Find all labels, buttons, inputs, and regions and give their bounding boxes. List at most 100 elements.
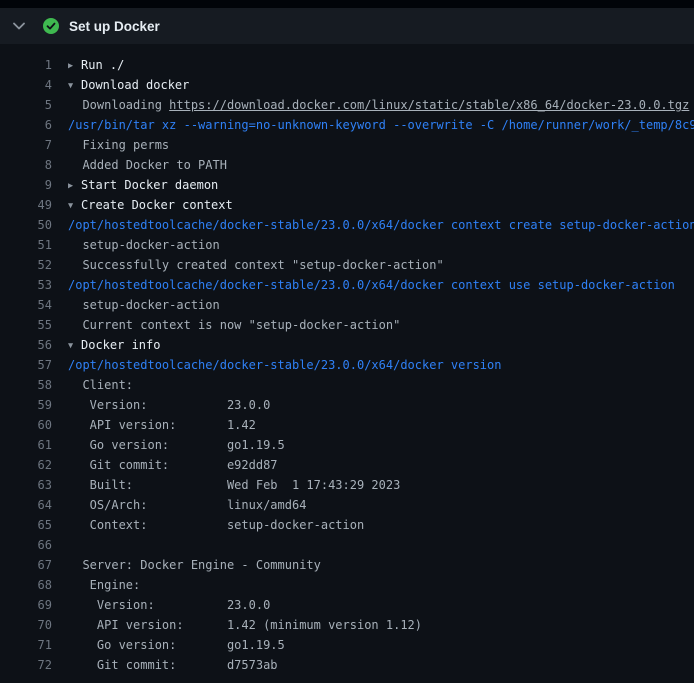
log-text: Context: setup-docker-action <box>52 515 364 535</box>
triangle-expanded-icon: ▼ <box>68 336 81 355</box>
line-number[interactable]: 60 <box>0 415 52 435</box>
log-line: 62 Git commit: e92dd87 <box>0 455 694 475</box>
log-line: 4▼Download docker <box>0 75 694 95</box>
triangle-expanded-icon: ▼ <box>68 76 81 95</box>
log-line: 64 OS/Arch: linux/amd64 <box>0 495 694 515</box>
log-text: setup-docker-action <box>52 295 220 315</box>
chevron-down-icon[interactable] <box>12 19 26 33</box>
line-number[interactable]: 6 <box>0 115 52 135</box>
line-number[interactable]: 67 <box>0 555 52 575</box>
triangle-collapsed-icon: ▶ <box>68 176 81 195</box>
line-number[interactable]: 72 <box>0 655 52 675</box>
line-number[interactable]: 52 <box>0 255 52 275</box>
log-line: 66 <box>0 535 694 555</box>
log-text: Successfully created context "setup-dock… <box>52 255 444 275</box>
log-line: 53/opt/hostedtoolcache/docker-stable/23.… <box>0 275 694 295</box>
log-text: /opt/hostedtoolcache/docker-stable/23.0.… <box>52 275 675 295</box>
log-line: 68 Engine: <box>0 575 694 595</box>
log-text: Engine: <box>52 575 140 595</box>
log-line: 69 Version: 23.0.0 <box>0 595 694 615</box>
log-line: 1▶Run ./ <box>0 55 694 75</box>
line-number[interactable]: 70 <box>0 615 52 635</box>
log-group-header[interactable]: ▼Create Docker context <box>52 195 233 215</box>
line-number[interactable]: 1 <box>0 55 52 75</box>
log-line: 6/usr/bin/tar xz --warning=no-unknown-ke… <box>0 115 694 135</box>
log-text: API version: 1.42 <box>52 415 256 435</box>
line-number[interactable]: 66 <box>0 535 52 555</box>
log-text: Go version: go1.19.5 <box>52 635 285 655</box>
log-text <box>52 535 68 555</box>
line-number[interactable]: 62 <box>0 455 52 475</box>
actions-log-page: Set up Docker 1▶Run ./4▼Download docker5… <box>0 0 694 675</box>
step-title: Set up Docker <box>69 19 160 34</box>
log-group-header[interactable]: ▼Docker info <box>52 335 160 355</box>
log-line: 59 Version: 23.0.0 <box>0 395 694 415</box>
line-number[interactable]: 50 <box>0 215 52 235</box>
log-text: Added Docker to PATH <box>52 155 227 175</box>
log-text: Server: Docker Engine - Community <box>52 555 321 575</box>
log-text: Version: 23.0.0 <box>52 595 270 615</box>
line-number[interactable]: 4 <box>0 75 52 95</box>
log-line: 5 Downloading https://download.docker.co… <box>0 95 694 115</box>
log-line: 63 Built: Wed Feb 1 17:43:29 2023 <box>0 475 694 495</box>
log-text: Go version: go1.19.5 <box>52 435 285 455</box>
log-text: setup-docker-action <box>52 235 220 255</box>
log-line: 50/opt/hostedtoolcache/docker-stable/23.… <box>0 215 694 235</box>
line-number[interactable]: 58 <box>0 375 52 395</box>
line-number[interactable]: 8 <box>0 155 52 175</box>
line-number[interactable]: 51 <box>0 235 52 255</box>
line-number[interactable]: 55 <box>0 315 52 335</box>
log-group-header[interactable]: ▶Run ./ <box>52 55 124 75</box>
log-line: 67 Server: Docker Engine - Community <box>0 555 694 575</box>
line-number[interactable]: 7 <box>0 135 52 155</box>
log-text: Version: 23.0.0 <box>52 395 270 415</box>
log-line: 71 Go version: go1.19.5 <box>0 635 694 655</box>
log-group-header[interactable]: ▼Download docker <box>52 75 189 95</box>
log-line: 52 Successfully created context "setup-d… <box>0 255 694 275</box>
log-line: 54 setup-docker-action <box>0 295 694 315</box>
log-text: Client: <box>52 375 133 395</box>
line-number[interactable]: 68 <box>0 575 52 595</box>
line-number[interactable]: 9 <box>0 175 52 195</box>
triangle-expanded-icon: ▼ <box>68 196 81 215</box>
log-text: /opt/hostedtoolcache/docker-stable/23.0.… <box>52 355 501 375</box>
log-line: 61 Go version: go1.19.5 <box>0 435 694 455</box>
log-line: 55 Current context is now "setup-docker-… <box>0 315 694 335</box>
page-top-strip <box>0 0 694 8</box>
log-line: 49▼Create Docker context <box>0 195 694 215</box>
log-group-header[interactable]: ▶Start Docker daemon <box>52 175 218 195</box>
log-text: Downloading https://download.docker.com/… <box>52 95 689 115</box>
log-line: 58 Client: <box>0 375 694 395</box>
line-number[interactable]: 53 <box>0 275 52 295</box>
line-number[interactable]: 5 <box>0 95 52 115</box>
log-line: 9▶Start Docker daemon <box>0 175 694 195</box>
log-text: Built: Wed Feb 1 17:43:29 2023 <box>52 475 400 495</box>
log-line: 70 API version: 1.42 (minimum version 1.… <box>0 615 694 635</box>
line-number[interactable]: 71 <box>0 635 52 655</box>
triangle-collapsed-icon: ▶ <box>68 56 81 75</box>
line-number[interactable]: 49 <box>0 195 52 215</box>
line-number[interactable]: 57 <box>0 355 52 375</box>
log-line: 7 Fixing perms <box>0 135 694 155</box>
log-link[interactable]: https://download.docker.com/linux/static… <box>169 98 689 112</box>
line-number[interactable]: 64 <box>0 495 52 515</box>
log-line: 8 Added Docker to PATH <box>0 155 694 175</box>
line-number[interactable]: 69 <box>0 595 52 615</box>
line-number[interactable]: 56 <box>0 335 52 355</box>
log-line: 51 setup-docker-action <box>0 235 694 255</box>
log-line: 65 Context: setup-docker-action <box>0 515 694 535</box>
log-text: Fixing perms <box>52 135 169 155</box>
line-number[interactable]: 63 <box>0 475 52 495</box>
check-circle-icon <box>43 18 59 34</box>
line-number[interactable]: 65 <box>0 515 52 535</box>
line-number[interactable]: 61 <box>0 435 52 455</box>
step-header[interactable]: Set up Docker <box>0 8 694 45</box>
log-text: /opt/hostedtoolcache/docker-stable/23.0.… <box>52 215 694 235</box>
log-line: 60 API version: 1.42 <box>0 415 694 435</box>
log-line: 72 Git commit: d7573ab <box>0 655 694 675</box>
line-number[interactable]: 54 <box>0 295 52 315</box>
log-text: Git commit: e92dd87 <box>52 455 278 475</box>
log-line: 56▼Docker info <box>0 335 694 355</box>
log-container: 1▶Run ./4▼Download docker5 Downloading h… <box>0 45 694 675</box>
line-number[interactable]: 59 <box>0 395 52 415</box>
